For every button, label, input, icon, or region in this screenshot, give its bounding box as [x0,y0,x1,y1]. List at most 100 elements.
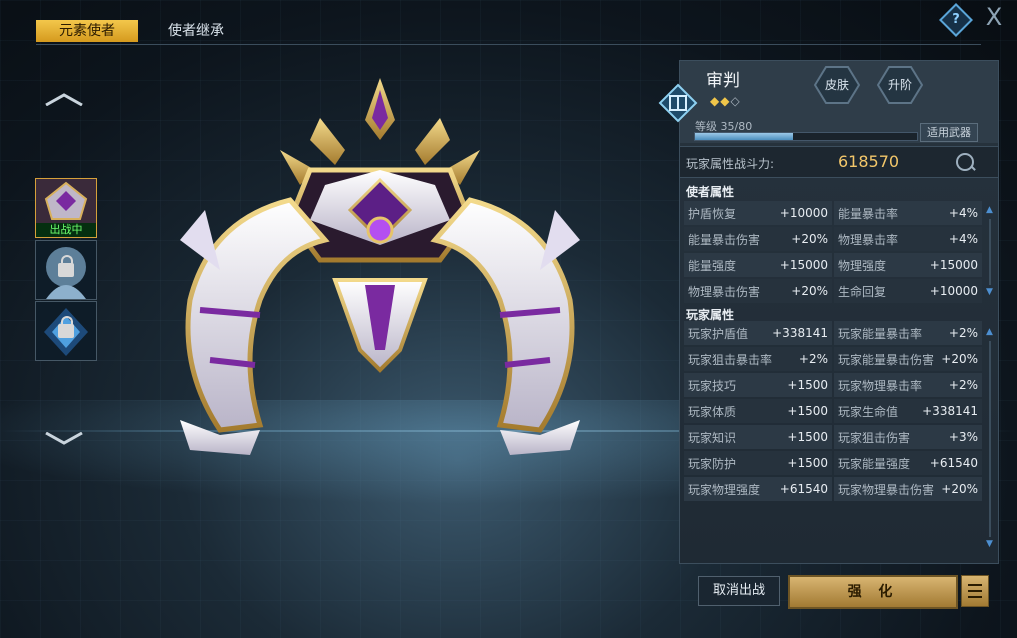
attribute-name: 玩家能量暴击率 [838,326,923,341]
attribute-value: +1500 [787,430,828,444]
star-empty-icon: ◇ [730,94,741,108]
applicable-weapon-button[interactable]: 适用武器 [920,123,978,142]
star-filled-icon: ◆ [720,94,731,108]
envoy-slot-3[interactable] [35,301,97,361]
lock-icon [58,255,74,277]
attribute-cell: 玩家能量暴击伤害 +20% [834,347,982,371]
lock-icon [58,316,74,338]
attribute-name: 玩家能量强度 [838,456,911,471]
attribute-cell: 能量强度 +15000 [684,253,832,277]
envoy-thumbnail-judgement [36,179,96,223]
attribute-cell: 玩家物理强度 +61540 [684,477,832,501]
attribute-name: 护盾恢复 [688,206,737,221]
chevron-down-icon [45,432,83,445]
scroll-down-icon[interactable]: ▼ [986,287,993,297]
scroll-down-icon[interactable]: ▼ [986,539,993,549]
attribute-name: 玩家物理暴击率 [838,378,923,393]
magnifier-icon[interactable] [956,153,974,171]
attribute-name: 玩家狙击伤害 [838,430,911,445]
attribute-cell: 玩家狙击暴击率 +2% [684,347,832,371]
attribute-cell: 玩家护盾值 +338141 [684,321,832,345]
attribute-value: +61540 [929,456,978,470]
attribute-cell: 生命回复 +10000 [834,279,982,303]
attribute-value: +2% [948,378,978,392]
list-icon[interactable] [961,575,989,607]
attribute-value: +61540 [779,482,828,496]
scroll-up-icon[interactable]: ▲ [986,327,993,337]
close-button[interactable]: X [982,4,1006,30]
attribute-value: +1500 [787,404,828,418]
attribute-row: 玩家护盾值 +338141 玩家能量暴击率 +2% [684,321,982,347]
tab-bar: 元素使者 使者继承 [36,18,981,45]
player-attributes-grid: 玩家护盾值 +338141 玩家能量暴击率 +2% 玩家狙击暴击率 +2% 玩家能量暴击伤害… [684,321,982,503]
attribute-cell: 玩家技巧 +1500 [684,373,832,397]
attribute-value: +3% [948,430,978,444]
attribute-value: +1500 [787,378,828,392]
attribute-name: 玩家知识 [688,430,737,445]
attribute-name: 玩家能量暴击伤害 [838,352,935,367]
attribute-cell: 玩家能量暴击率 +2% [834,321,982,345]
scroll-up-arrow[interactable] [44,92,84,106]
deployed-badge: 出战中 [36,223,96,237]
tab-envoy-inherit[interactable]: 使者继承 [154,20,238,42]
player-attributes-scrollbar[interactable]: ▲ ▼ [986,327,993,553]
scroll-up-icon[interactable]: ▲ [986,205,993,215]
attribute-value: +15000 [779,258,828,272]
attribute-name: 能量强度 [688,258,737,273]
power-value: 618570 [838,152,900,171]
level-progress-bar [694,132,918,141]
attribute-cell: 玩家防护 +1500 [684,451,832,475]
attribute-value: +20% [941,352,978,366]
attribute-name: 玩家生命值 [838,404,899,419]
tab-element-envoy[interactable]: 元素使者 [36,20,138,42]
attribute-value: +20% [791,284,828,298]
power-label: 玩家属性战斗力: [686,157,775,171]
attribute-cell: 玩家物理暴击率 +2% [834,373,982,397]
attribute-value: +338141 [922,404,978,418]
cancel-deploy-button[interactable]: 取消出战 [698,576,780,606]
attribute-row: 玩家物理强度 +61540 玩家物理暴击伤害 +20% [684,477,982,503]
upgrade-button[interactable]: 升阶 [877,65,923,105]
panel-header: 审判 ◆◆◇ 皮肤 升阶 等级 35/80 适用武器 [658,61,998,143]
attribute-cell: 能量暴击伤害 +20% [684,227,832,251]
attribute-value: +10000 [779,206,828,220]
attribute-name: 物理暴击伤害 [688,284,761,299]
attribute-value: +1500 [787,456,828,470]
attribute-cell: 玩家生命值 +338141 [834,399,982,423]
combat-power-row: 玩家属性战斗力: 618570 [680,146,998,178]
help-icon: ? [952,12,960,27]
envoy-attributes-scrollbar[interactable]: ▲ ▼ [986,205,993,301]
envoy-info-panel: 审判 ◆◆◇ 皮肤 升阶 等级 35/80 适用武器 玩家属性战斗力: 6185… [658,60,999,564]
enhance-button[interactable]: 强 化 [788,575,958,609]
attribute-row: 玩家防护 +1500 玩家能量强度 +61540 [684,451,982,477]
skin-button[interactable]: 皮肤 [814,65,860,105]
attribute-cell: 物理强度 +15000 [834,253,982,277]
envoy-slot-1[interactable]: 出战中 [35,178,97,238]
attribute-cell: 能量暴击率 +4% [834,201,982,225]
envoy-model-judgement [180,78,580,455]
scroll-track [989,341,991,537]
attribute-value: +10000 [929,284,978,298]
attribute-name: 能量暴击伤害 [688,232,761,247]
scroll-down-arrow[interactable] [44,432,84,446]
attribute-value: +338141 [772,326,828,340]
attribute-name: 玩家体质 [688,404,737,419]
envoy-slot-2[interactable] [35,240,97,300]
attribute-row: 玩家狙击暴击率 +2% 玩家能量暴击伤害 +20% [684,347,982,373]
chevron-up-icon [45,93,83,106]
attribute-cell: 物理暴击率 +4% [834,227,982,251]
attribute-name: 玩家物理暴击伤害 [838,482,935,497]
attribute-row: 玩家体质 +1500 玩家生命值 +338141 [684,399,982,425]
attribute-row: 玩家技巧 +1500 玩家物理暴击率 +2% [684,373,982,399]
attribute-cell: 玩家物理暴击伤害 +20% [834,477,982,501]
attribute-cell: 玩家能量强度 +61540 [834,451,982,475]
star-filled-icon: ◆ [710,94,721,108]
attribute-name: 能量暴击率 [838,206,899,221]
attribute-name: 玩家技巧 [688,378,737,393]
rank-emblem-icon [658,83,698,123]
attribute-name: 玩家狙击暴击率 [688,352,773,367]
attribute-name: 玩家防护 [688,456,737,471]
attribute-value: +4% [948,206,978,220]
star-rating: ◆◆◇ [710,94,741,108]
attribute-value: +15000 [929,258,978,272]
